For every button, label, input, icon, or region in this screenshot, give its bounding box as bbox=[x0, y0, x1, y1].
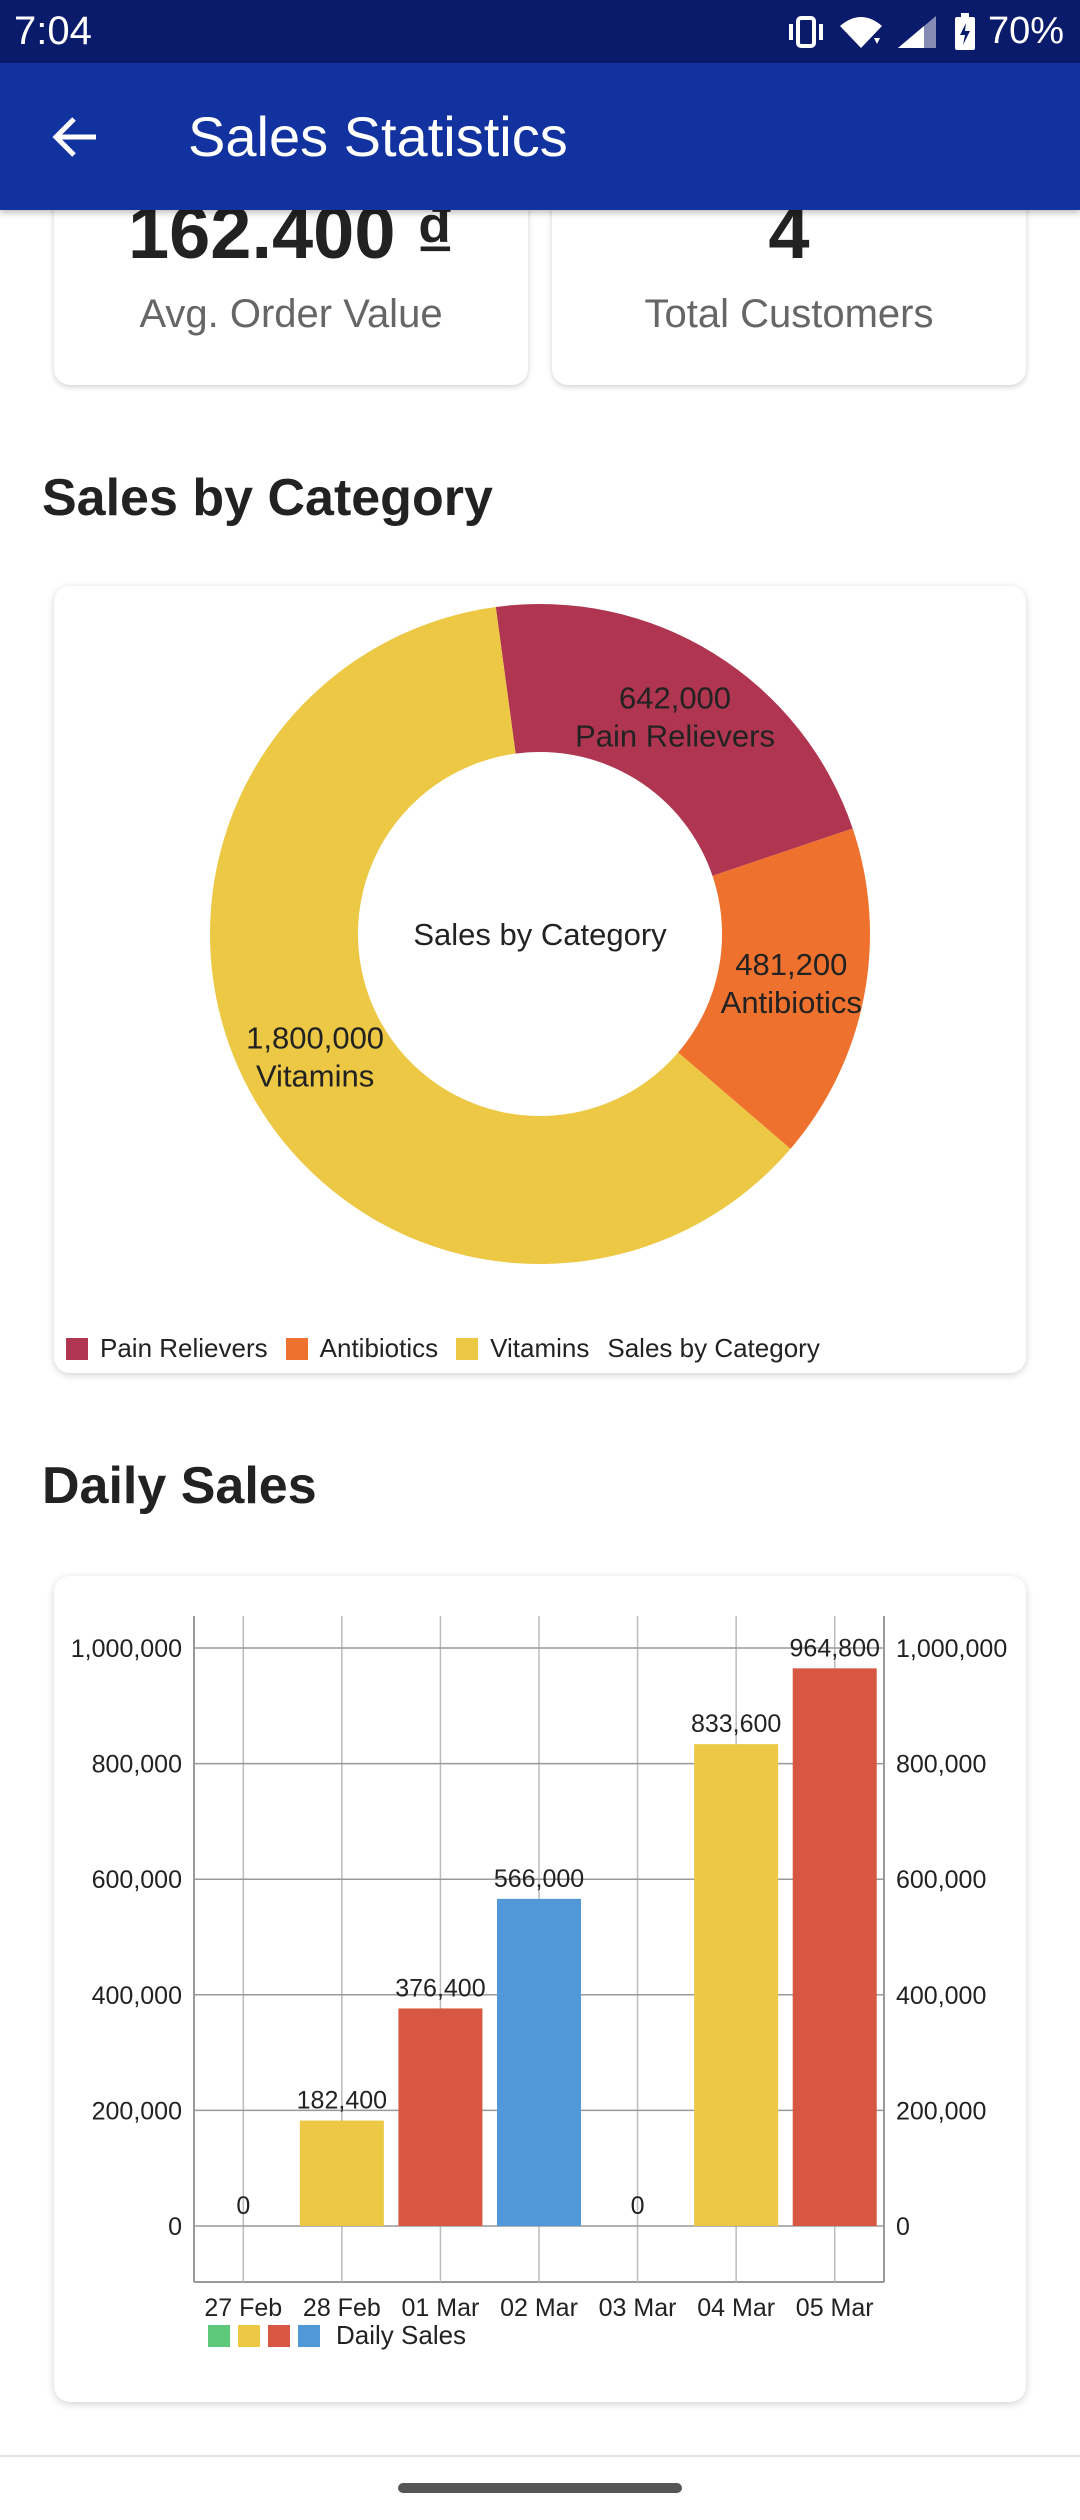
legend-label: Pain Relievers bbox=[100, 1333, 268, 1363]
bar-05-mar[interactable] bbox=[792, 1668, 877, 2226]
legend-title: Sales by Category bbox=[607, 1333, 820, 1363]
legend-swatch bbox=[66, 1337, 88, 1360]
avg-order-card: 162.400 ₫ Avg. Order Value bbox=[54, 180, 528, 385]
y-tick-label-right: 200,000 bbox=[896, 2097, 986, 2125]
bar-value-label: 833,600 bbox=[691, 1710, 781, 1738]
x-tick-label: 02 Mar bbox=[500, 2294, 578, 2322]
bar-04-mar[interactable] bbox=[694, 1744, 779, 2226]
battery-icon bbox=[954, 12, 976, 51]
arrow-left-icon bbox=[52, 116, 96, 157]
legend-label: Antibiotics bbox=[319, 1333, 439, 1363]
legend-swatch bbox=[298, 2324, 320, 2347]
daily-chart-card: 0 0 200,000 200,000 400,000 400,000 600,000 600… bbox=[54, 1576, 1026, 2402]
y-tick-label-right: 400,000 bbox=[896, 1982, 986, 2010]
legend-swatch bbox=[208, 2324, 230, 2347]
bar-value-label: 376,400 bbox=[395, 1974, 485, 2002]
slice-value-label: 642,000 bbox=[619, 681, 731, 716]
legend-swatch bbox=[238, 2324, 260, 2347]
bar-value-label: 964,800 bbox=[790, 1634, 880, 1662]
bar-value-label: 566,000 bbox=[494, 1865, 584, 1893]
slice-name-label: Pain Relievers bbox=[575, 719, 775, 754]
legend-swatch bbox=[285, 1337, 308, 1360]
back-button[interactable] bbox=[0, 63, 150, 210]
page-title: Sales Statistics bbox=[188, 105, 568, 168]
legend-swatch bbox=[268, 2324, 290, 2347]
legend-label: Vitamins bbox=[490, 1333, 590, 1363]
y-tick-label-right: 1,000,000 bbox=[896, 1635, 1007, 1663]
legend-item-antibiotics: Antibiotics bbox=[285, 1333, 439, 1364]
daily-bar-chart: 0 0 200,000 200,000 400,000 400,000 600,000 600… bbox=[71, 1616, 1007, 2322]
home-indicator[interactable] bbox=[398, 2483, 682, 2493]
legend-swatches bbox=[208, 2324, 328, 2347]
bar-value-label: 182,400 bbox=[297, 2087, 387, 2115]
y-tick-label-right: 0 bbox=[896, 2213, 910, 2241]
vibrate-icon bbox=[786, 15, 826, 49]
bar-value-label: 0 bbox=[631, 2192, 645, 2220]
daily-legend: Daily Sales bbox=[208, 2320, 466, 2351]
daily-section-title: Daily Sales bbox=[42, 1457, 317, 1515]
x-tick-label: 27 Feb bbox=[204, 2294, 282, 2322]
x-tick-label: 03 Mar bbox=[599, 2294, 677, 2322]
bar-value-label: 0 bbox=[236, 2192, 250, 2220]
bar-28-feb[interactable] bbox=[299, 2120, 384, 2226]
x-tick-label: 05 Mar bbox=[796, 2294, 874, 2322]
bar-02-mar[interactable] bbox=[497, 1898, 581, 2226]
legend-swatch bbox=[456, 1337, 479, 1360]
x-tick-label: 04 Mar bbox=[697, 2294, 775, 2322]
legend-label: Daily Sales bbox=[336, 2320, 467, 2350]
y-tick-label-left: 200,000 bbox=[92, 2097, 182, 2125]
signal-icon bbox=[896, 14, 942, 50]
y-tick-label-left: 1,000,000 bbox=[71, 1635, 182, 1663]
slice-name-label: Antibiotics bbox=[721, 985, 862, 1020]
total-customers-label: Total Customers bbox=[644, 292, 934, 336]
slice-name-label: Vitamins bbox=[256, 1058, 374, 1093]
x-tick-label: 01 Mar bbox=[402, 2294, 480, 2322]
y-tick-label-left: 0 bbox=[168, 2213, 182, 2241]
total-customers-card: 4 Total Customers bbox=[552, 180, 1026, 385]
category-donut-chart: 642,000Pain Relievers 481,200Antibiotics 1… bbox=[210, 604, 870, 1264]
category-section-title: Sales by Category bbox=[42, 469, 493, 527]
donut-center-label: Sales by Category bbox=[413, 917, 667, 952]
y-tick-label-left: 800,000 bbox=[92, 1751, 182, 1779]
x-tick-label: 28 Feb bbox=[303, 2294, 381, 2322]
app-bar: Sales Statistics bbox=[0, 63, 1080, 210]
bottom-divider bbox=[0, 2455, 1080, 2457]
category-legend: Pain Relievers Antibiotics Vitamins Sale… bbox=[66, 1333, 838, 1364]
slice-value-label: 1,800,000 bbox=[246, 1020, 384, 1055]
legend-item-pain: Pain Relievers bbox=[66, 1333, 268, 1364]
avg-order-label: Avg. Order Value bbox=[139, 292, 443, 336]
y-tick-label-left: 600,000 bbox=[92, 1866, 182, 1894]
y-tick-label-right: 600,000 bbox=[896, 1866, 986, 1894]
y-tick-label-left: 400,000 bbox=[92, 1982, 182, 2010]
battery-percent: 70% bbox=[987, 10, 1064, 52]
category-chart-card: 642,000 Pain Relievers 481,200 Antibiotics 1… bbox=[54, 586, 1026, 1373]
slice-value-label: 481,200 bbox=[735, 947, 847, 982]
status-time: 7:04 bbox=[14, 9, 92, 53]
status-icons: 70% bbox=[786, 10, 1064, 53]
legend-item-vitamins: Vitamins bbox=[456, 1333, 589, 1364]
status-bar: 7:04 70% bbox=[0, 0, 1080, 63]
wifi-icon bbox=[838, 14, 884, 50]
y-tick-label-right: 800,000 bbox=[896, 1751, 986, 1779]
bar-01-mar[interactable] bbox=[398, 2008, 483, 2226]
